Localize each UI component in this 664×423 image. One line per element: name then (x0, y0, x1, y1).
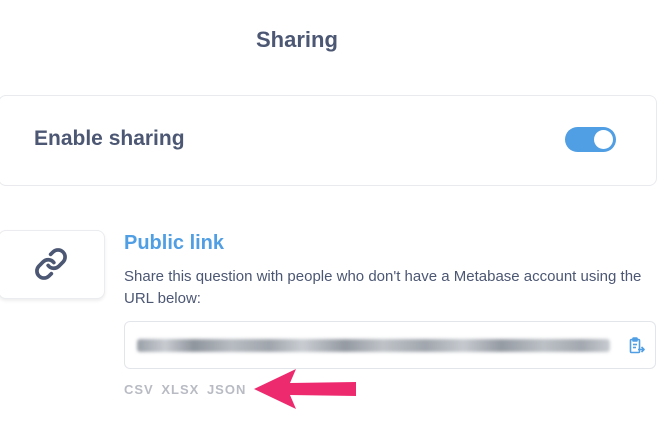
public-url-field[interactable] (124, 321, 621, 369)
format-link-xlsx[interactable]: XLSX (161, 382, 199, 397)
public-link-icon-tile (0, 230, 105, 299)
public-link-title: Public link (124, 232, 225, 254)
link-icon (35, 248, 67, 280)
page-title: Sharing (256, 27, 338, 52)
download-format-links: CSV XLSX JSON (124, 382, 249, 397)
format-link-json[interactable]: JSON (207, 382, 246, 397)
annotation-arrow (254, 369, 356, 409)
public-url-value-redacted (137, 339, 610, 352)
copy-url-button[interactable] (620, 321, 656, 369)
toggle-knob (594, 130, 613, 149)
copy-icon (629, 337, 645, 354)
public-link-description: Share this question with people who don'… (124, 268, 642, 307)
enable-sharing-label: Enable sharing (34, 127, 185, 150)
format-link-csv[interactable]: CSV (124, 382, 154, 397)
enable-sharing-toggle[interactable] (565, 127, 616, 152)
